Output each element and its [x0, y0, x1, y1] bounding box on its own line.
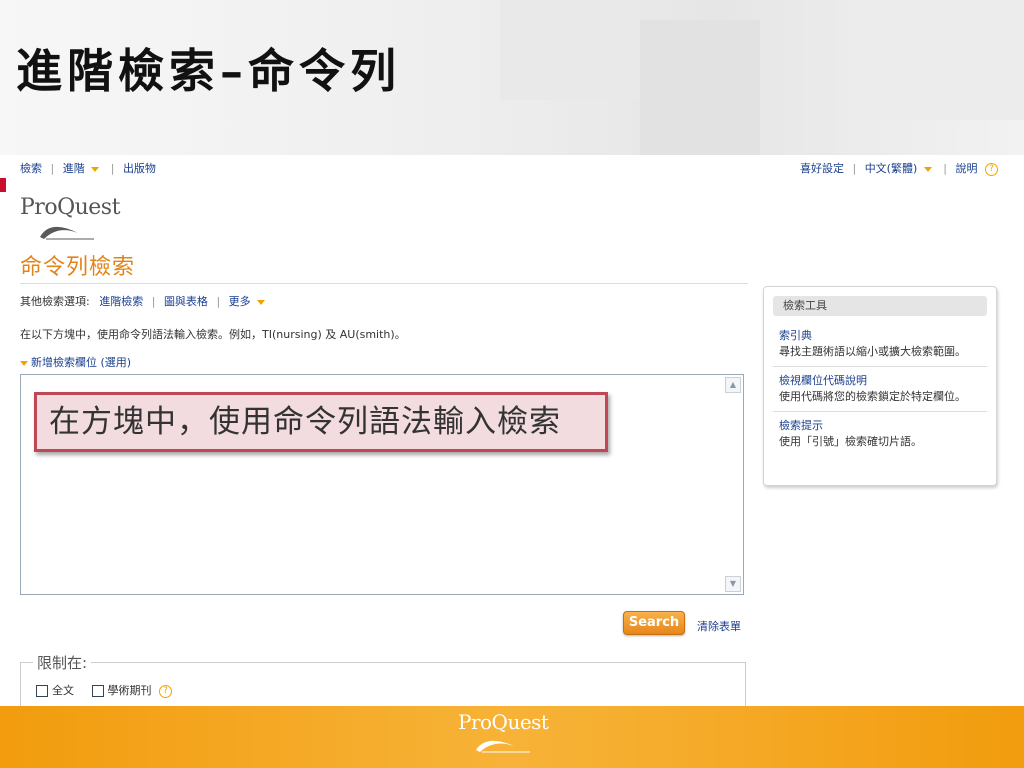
nav-help-link[interactable]: 說明	[956, 162, 978, 175]
help-icon[interactable]: ?	[985, 162, 998, 176]
more-link[interactable]: 更多	[229, 295, 251, 308]
nav-separator: |	[216, 295, 221, 308]
proquest-logo[interactable]: ProQuest	[20, 193, 130, 243]
tool-item: 檢索提示 使用「引號」檢索確切片語。	[773, 412, 987, 456]
nav-preferences-link[interactable]: 喜好設定	[800, 162, 844, 175]
footer-proquest-logo: ProQuest	[458, 708, 568, 756]
fulltext-label: 全文	[52, 684, 74, 697]
search-button[interactable]: Search	[623, 611, 685, 635]
tool-desc: 使用代碼將您的檢索鎖定於特定欄位。	[779, 390, 966, 403]
tools-header: 檢索工具	[773, 296, 987, 316]
nav-publications-link[interactable]: 出版物	[123, 162, 156, 175]
nav-language-link[interactable]: 中文(繁體)	[865, 162, 918, 175]
tool-desc: 尋找主題術語以縮小或擴大檢索範圍。	[779, 345, 966, 358]
tool-item: 檢視欄位代碼說明 使用代碼將您的檢索鎖定於特定欄位。	[773, 367, 987, 412]
bg-block	[640, 20, 760, 155]
tool-item: 索引典 尋找主題術語以縮小或擴大檢索範圍。	[773, 322, 987, 367]
footer-logo-text: ProQuest	[458, 710, 549, 734]
nav-separator: |	[943, 162, 947, 175]
thesaurus-link[interactable]: 索引典	[779, 328, 987, 344]
top-nav: 檢索 | 進階 | 出版物	[20, 160, 156, 176]
nav-separator: |	[852, 162, 857, 175]
bg-block	[880, 0, 1024, 120]
search-tools-panel: 檢索工具 索引典 尋找主題術語以縮小或擴大檢索範圍。 檢視欄位代碼說明 使用代碼…	[763, 286, 997, 486]
nav-separator: |	[50, 162, 55, 175]
scroll-down-icon[interactable]: ▼	[725, 576, 741, 592]
scholarly-label: 學術期刊	[107, 684, 152, 697]
add-search-field-link[interactable]: 新增檢索欄位 (選用)	[20, 354, 131, 370]
add-field-label: 新增檢索欄位 (選用)	[31, 356, 132, 369]
nav-separator: |	[151, 295, 156, 308]
logo-swoosh-icon	[40, 226, 94, 240]
limit-legend: 限制在:	[33, 652, 92, 673]
clear-form-link[interactable]: 清除表單	[697, 618, 741, 634]
field-codes-link[interactable]: 檢視欄位代碼說明	[779, 373, 987, 389]
scholarly-checkbox[interactable]	[91, 685, 104, 697]
figures-tables-link[interactable]: 圖與表格	[164, 295, 208, 308]
limit-options: 全文 學術期刊 ?	[36, 682, 172, 698]
chevron-down-icon	[20, 360, 28, 366]
page-title: 命令列檢索	[20, 255, 136, 280]
nav-advanced-link[interactable]: 進階	[63, 162, 85, 175]
help-icon[interactable]: ?	[159, 684, 172, 698]
logo-swoosh-icon	[476, 740, 530, 753]
nav-search-link[interactable]: 檢索	[20, 162, 42, 175]
chevron-down-icon[interactable]	[923, 166, 932, 172]
fulltext-checkbox[interactable]	[36, 685, 48, 697]
search-tips-link[interactable]: 檢索提示	[779, 418, 987, 434]
instruction-text: 在以下方塊中，使用命令列語法輸入檢索。例如，TI(nursing) 及 AU(s…	[20, 328, 406, 341]
screenshot-panel: 檢索 | 進階 | 出版物 喜好設定 | 中文(繁體) | 說明 ? ProQu…	[6, 155, 1016, 706]
chevron-down-icon[interactable]	[257, 299, 266, 305]
options-label: 其他檢索選項:	[20, 295, 90, 308]
bg-block	[500, 0, 640, 100]
slide-title: 進階檢索–命令列	[16, 44, 401, 98]
scroll-up-icon[interactable]: ▲	[725, 377, 741, 393]
divider	[20, 283, 748, 284]
annotation-callout: 在方塊中，使用命令列語法輸入檢索	[34, 392, 608, 452]
other-search-options: 其他檢索選項: 進階檢索 | 圖與表格 | 更多	[20, 293, 268, 309]
chevron-down-icon[interactable]	[91, 166, 100, 172]
tool-desc: 使用「引號」檢索確切片語。	[779, 435, 922, 448]
advanced-search-link[interactable]: 進階檢索	[99, 295, 143, 308]
nav-separator: |	[110, 162, 115, 175]
top-nav-right: 喜好設定 | 中文(繁體) | 說明 ?	[800, 160, 998, 176]
